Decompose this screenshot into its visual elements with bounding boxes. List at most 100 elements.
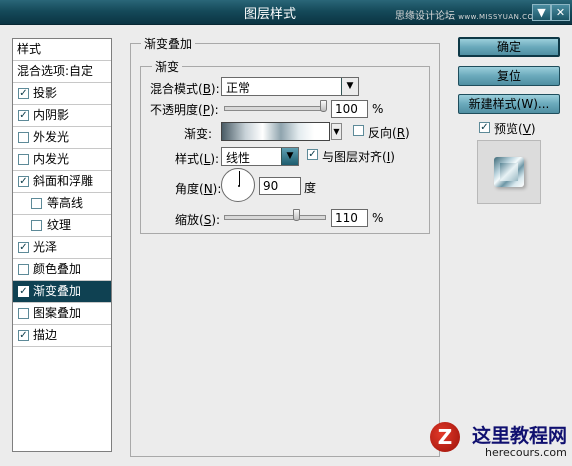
style-label-end: ):	[210, 152, 220, 166]
blend-mode-label-text: 混合模式(	[150, 82, 203, 96]
align-with-layer-label: 与图层对齐(I)	[322, 148, 395, 165]
opacity-label: 不透明度(P):	[150, 101, 219, 118]
reset-button[interactable]: 复位	[458, 66, 560, 86]
style-item-checkbox[interactable]	[18, 176, 29, 187]
style-item-label: 内阴影	[33, 108, 70, 122]
reverse-hotkey: R	[396, 126, 406, 140]
style-label: 样式(L):	[175, 150, 219, 167]
reverse-label: 反向(R)	[368, 124, 410, 141]
opacity-slider-thumb[interactable]	[320, 100, 327, 112]
new-style-button[interactable]: 新建样式(W)...	[458, 94, 560, 114]
style-item-checkbox[interactable]	[18, 286, 29, 297]
gradient-dropdown-icon[interactable]: ▼	[331, 123, 342, 140]
style-item-label: 纹理	[47, 218, 72, 232]
gradient-overlay-title: 渐变叠加	[141, 35, 196, 52]
preview-checkbox[interactable]	[479, 122, 490, 133]
style-item[interactable]: 光泽	[13, 237, 111, 259]
gradient-subgroup-title: 渐变	[152, 58, 183, 75]
blend-mode-value: 正常	[226, 81, 251, 95]
site-logo-icon: Z	[430, 422, 460, 452]
style-item-checkbox[interactable]	[18, 88, 29, 99]
preview-label: 预览(V)	[494, 120, 536, 137]
blend-mode-label-end: ):	[210, 82, 220, 96]
style-item[interactable]: 外发光	[13, 127, 111, 149]
style-item-checkbox[interactable]	[18, 264, 29, 275]
reverse-label-end: )	[405, 126, 410, 140]
top-watermark-text: 思缘设计论坛	[395, 11, 455, 22]
top-watermark: 思缘设计论坛 www.MISSYUAN.COM	[395, 7, 540, 22]
style-item-label: 等高线	[47, 196, 84, 210]
opacity-hotkey: P	[202, 103, 210, 117]
styles-header[interactable]: 样式	[13, 39, 111, 61]
title-bar: 图层样式 思缘设计论坛 www.MISSYUAN.COM ▼ ✕	[0, 0, 572, 25]
close-button[interactable]: ✕	[551, 4, 570, 21]
align-label-end: )	[390, 150, 395, 164]
style-item[interactable]: 纹理	[13, 215, 111, 237]
gradient-label: 渐变:	[184, 127, 213, 141]
opacity-unit: %	[372, 102, 384, 116]
top-watermark-url: www.MISSYUAN.COM	[458, 13, 541, 21]
style-item-label: 图案叠加	[33, 306, 82, 320]
scale-slider-thumb[interactable]	[293, 209, 300, 221]
align-with-layer-checkbox[interactable]	[307, 149, 318, 160]
blend-mode-hotkey: B	[202, 82, 211, 96]
blend-options-label: 混合选项:自定	[17, 64, 94, 78]
styles-list: 样式 混合选项:自定 投影内阴影外发光内发光斜面和浮雕等高线纹理光泽颜色叠加渐变…	[12, 38, 112, 452]
style-item-checkbox[interactable]	[18, 308, 29, 319]
style-item[interactable]: 等高线	[13, 193, 111, 215]
style-item-label: 外发光	[33, 130, 70, 144]
style-item-checkbox[interactable]	[18, 330, 29, 341]
style-item[interactable]: 内阴影	[13, 105, 111, 127]
scale-slider[interactable]	[224, 215, 326, 220]
style-item-label: 颜色叠加	[33, 262, 82, 276]
site-watermark-url: herecours.com	[485, 446, 567, 459]
angle-label-text: 角度(	[175, 182, 204, 196]
style-item[interactable]: 图案叠加	[13, 303, 111, 325]
style-item[interactable]: 颜色叠加	[13, 259, 111, 281]
angle-unit: 度	[304, 181, 317, 195]
opacity-input[interactable]: 100	[331, 100, 368, 118]
style-preview	[477, 140, 541, 204]
preview-hotkey: V	[522, 122, 531, 136]
style-item-checkbox[interactable]	[18, 154, 29, 165]
minimize-button[interactable]: ▼	[532, 4, 551, 21]
blend-mode-label: 混合模式(B):	[150, 80, 220, 97]
style-item[interactable]: 内发光	[13, 149, 111, 171]
blend-mode-select[interactable]: 正常 ▼	[221, 77, 359, 96]
style-item[interactable]: 投影	[13, 83, 111, 105]
reverse-checkbox[interactable]	[353, 125, 364, 136]
style-value: 线性	[226, 151, 251, 165]
style-item-label: 描边	[33, 328, 58, 342]
scale-label-end: ):	[211, 213, 221, 227]
opacity-slider[interactable]	[224, 106, 326, 111]
angle-dial[interactable]	[221, 168, 255, 202]
style-item[interactable]: 渐变叠加	[13, 281, 111, 303]
style-select[interactable]: 线性 ▼	[221, 147, 299, 166]
preview-thumbnail	[494, 157, 524, 187]
chevron-down-icon: ▼	[281, 148, 298, 165]
scale-input[interactable]: 110	[331, 209, 368, 227]
ok-button[interactable]: 确定	[458, 37, 560, 57]
style-item-label: 斜面和浮雕	[33, 174, 94, 188]
style-item-checkbox[interactable]	[31, 220, 42, 231]
style-item-label: 光泽	[33, 240, 58, 254]
styles-header-label: 样式	[17, 42, 42, 56]
angle-dial-hand	[238, 171, 240, 186]
opacity-label-text: 不透明度(	[150, 103, 203, 117]
scale-label-text: 缩放(	[175, 213, 204, 227]
style-item-checkbox[interactable]	[31, 198, 42, 209]
gradient-swatch[interactable]	[221, 122, 330, 141]
style-item-checkbox[interactable]	[18, 132, 29, 143]
angle-input[interactable]: 90	[259, 177, 301, 195]
preview-label-end: )	[530, 122, 536, 136]
style-item-checkbox[interactable]	[18, 242, 29, 253]
style-item[interactable]: 斜面和浮雕	[13, 171, 111, 193]
scale-unit: %	[372, 211, 384, 225]
angle-label: 角度(N):	[175, 180, 221, 197]
angle-hotkey: N	[203, 182, 213, 196]
style-item[interactable]: 描边	[13, 325, 111, 347]
blend-options-item[interactable]: 混合选项:自定	[13, 61, 111, 83]
style-item-checkbox[interactable]	[18, 110, 29, 121]
style-item-label: 投影	[33, 86, 58, 100]
align-label-text: 与图层对齐(	[322, 150, 387, 164]
